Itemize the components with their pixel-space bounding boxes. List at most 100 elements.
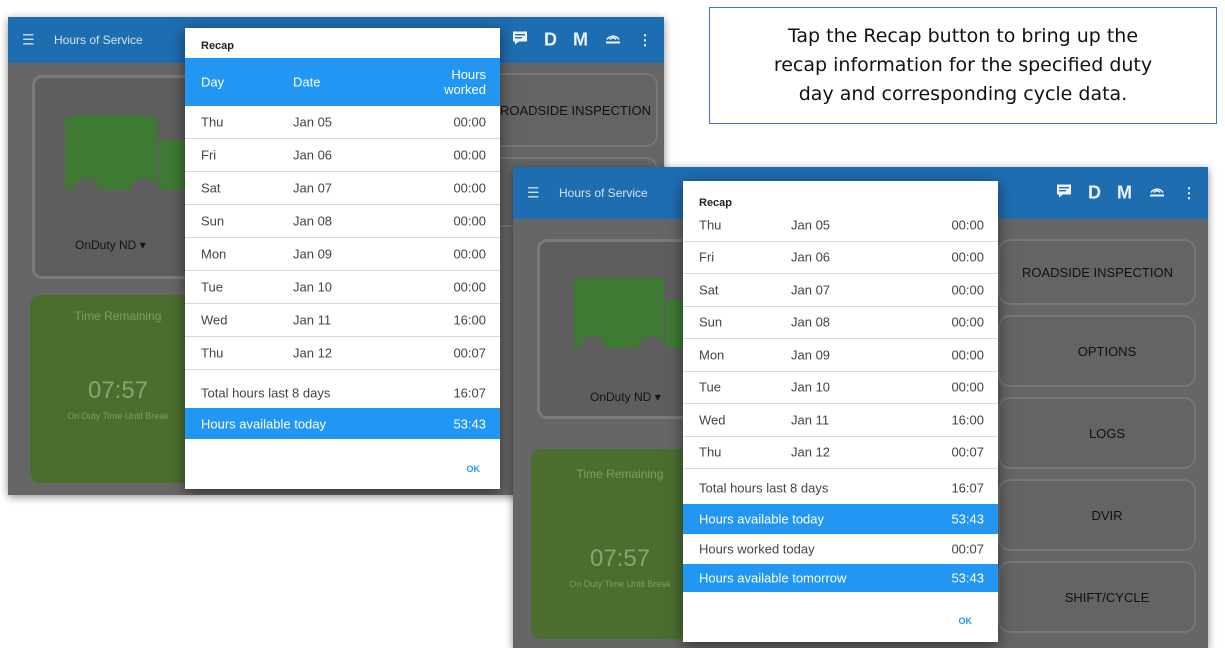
d-button[interactable]: D	[1088, 183, 1101, 204]
date-cell: Jan 07	[293, 180, 333, 196]
date-cell: Jan 10	[293, 279, 333, 295]
duty-status-dropdown[interactable]: OnDuty ND ▾	[75, 238, 146, 252]
m-button[interactable]: M	[573, 30, 588, 51]
total-hours-row: Total hours last 8 days 16:07	[683, 471, 998, 504]
recap-table-header: Day Date Hours worked	[185, 58, 500, 106]
eld-signal-icon[interactable]	[604, 30, 622, 51]
day-cell: Thu	[201, 345, 224, 361]
hours-cell: 00:00	[453, 246, 486, 262]
recap-dialog-title: Recap	[699, 197, 733, 209]
hours-available-today-label: Hours available today	[201, 416, 327, 431]
message-icon[interactable]	[512, 30, 528, 51]
hours-cell: 00:00	[951, 217, 984, 233]
hours-cell: 00:00	[453, 213, 486, 229]
roadside-inspection-button[interactable]: ROADSIDE INSPECTION	[998, 239, 1196, 305]
app-bar-actions: D M ⋮	[512, 30, 652, 51]
date-cell: Jan 08	[293, 213, 333, 229]
date-cell: Jan 07	[791, 282, 831, 298]
duty-status-card[interactable]: OnDuty ND ▾	[32, 75, 202, 279]
hours-cell: 00:00	[453, 147, 486, 163]
hours-available-today-value: 53:43	[951, 511, 984, 527]
date-cell: Jan 10	[791, 379, 831, 395]
hours-cell: 00:07	[453, 345, 486, 361]
menu-icon[interactable]: ☰	[22, 32, 35, 49]
hours-cell: 00:00	[453, 279, 486, 295]
message-icon[interactable]	[1056, 183, 1072, 204]
table-row: Wed Jan 11 16:00	[683, 404, 998, 437]
truck-wheel	[580, 336, 606, 362]
logs-button[interactable]: LOGS	[998, 397, 1196, 469]
table-row: Sat Jan 07 00:00	[185, 172, 500, 205]
table-row: Tue Jan 10 00:00	[683, 372, 998, 404]
hours-cell: 00:00	[951, 314, 984, 330]
date-cell: Jan 12	[293, 345, 333, 361]
day-cell: Thu	[699, 217, 722, 233]
recap-dialog: Recap Thu Jan 05 00:00 Fri Jan 06 00:00 Sat Jan…	[683, 181, 998, 642]
table-row: Sat Jan 07 00:00	[683, 274, 998, 307]
roadside-inspection-button[interactable]: ROADSIDE INSPECTION	[478, 73, 658, 147]
table-row: Wed Jan 11 16:00	[185, 304, 500, 337]
d-button[interactable]: D	[544, 30, 557, 51]
hours-available-tomorrow-value: 53:43	[951, 570, 984, 586]
hours-cell: 00:07	[951, 444, 984, 460]
hours-cell: 00:00	[951, 282, 984, 298]
recap-dialog: Recap Day Date Hours worked Thu Jan 05 00:0…	[185, 28, 500, 489]
time-remaining-card: Time Remaining 07:57 On Duty Time Until …	[30, 295, 206, 483]
callout-line-2: recap information for the specified duty	[773, 54, 1153, 76]
date-cell: Jan 09	[791, 347, 831, 363]
table-row: Mon Jan 09 00:00	[185, 238, 500, 271]
duty-status-label: OnDuty ND	[590, 390, 652, 404]
hours-worked-today-row: Hours worked today 00:07	[683, 534, 998, 564]
day-cell: Wed	[699, 412, 726, 428]
hours-cell: 00:00	[951, 249, 984, 265]
overflow-menu-icon[interactable]: ⋮	[1182, 185, 1196, 202]
overflow-menu-icon[interactable]: ⋮	[638, 32, 652, 49]
day-cell: Wed	[201, 312, 228, 328]
day-cell: Thu	[201, 114, 224, 130]
day-cell: Mon	[201, 246, 227, 262]
date-cell: Jan 09	[293, 246, 333, 262]
day-cell: Fri	[699, 249, 715, 265]
callout-line-1: Tap the Recap button to bring up the	[787, 25, 1139, 47]
ok-button[interactable]: OK	[467, 464, 481, 474]
hours-worked-today-value: 00:07	[951, 541, 984, 557]
day-cell: Sun	[201, 213, 225, 229]
day-cell: Thu	[699, 444, 722, 460]
day-cell: Tue	[699, 379, 721, 395]
hours-available-tomorrow-row: Hours available tomorrow 53:43	[683, 564, 998, 592]
duty-status-dropdown[interactable]: OnDuty ND ▾	[590, 390, 661, 404]
hours-cell: 00:00	[453, 114, 486, 130]
table-row: Fri Jan 06 00:00	[185, 139, 500, 172]
eld-signal-icon[interactable]	[1148, 183, 1166, 204]
dvir-button[interactable]: DVIR	[998, 479, 1196, 551]
day-cell: Fri	[201, 147, 217, 163]
m-button[interactable]: M	[1117, 183, 1132, 204]
table-row: Mon Jan 09 00:00	[683, 339, 998, 372]
table-row: Tue Jan 10 00:00	[185, 271, 500, 304]
total-hours-label: Total hours last 8 days	[201, 385, 331, 400]
column-header-date: Date	[293, 74, 321, 90]
hours-cell: 16:00	[453, 312, 486, 328]
app-title: Hours of Service	[54, 33, 143, 47]
recap-dialog-title: Recap	[201, 40, 235, 52]
app-title: Hours of Service	[559, 186, 648, 200]
duty-status-label: OnDuty ND	[75, 238, 137, 252]
truck-wheel	[73, 178, 99, 204]
time-remaining-label: Time Remaining	[74, 309, 162, 323]
total-hours-label: Total hours last 8 days	[699, 480, 829, 495]
total-hours-value: 16:07	[951, 480, 984, 495]
ok-button[interactable]: OK	[959, 616, 973, 626]
date-cell: Jan 06	[293, 147, 333, 163]
date-cell: Jan 12	[791, 444, 831, 460]
shift-cycle-button[interactable]: SHIFT/CYCLE	[998, 561, 1196, 633]
time-remaining-value: 07:57	[87, 377, 149, 404]
column-header-day: Day	[201, 74, 225, 90]
day-cell: Mon	[699, 347, 725, 363]
menu-icon[interactable]: ☰	[527, 185, 540, 202]
hours-available-tomorrow-label: Hours available tomorrow	[699, 570, 847, 586]
truck-wheel	[638, 336, 664, 362]
date-cell: Jan 11	[293, 312, 332, 328]
table-row: Fri Jan 06 00:00	[683, 242, 998, 274]
options-button[interactable]: OPTIONS	[998, 315, 1196, 387]
table-row: Thu Jan 05 00:00	[683, 209, 998, 242]
